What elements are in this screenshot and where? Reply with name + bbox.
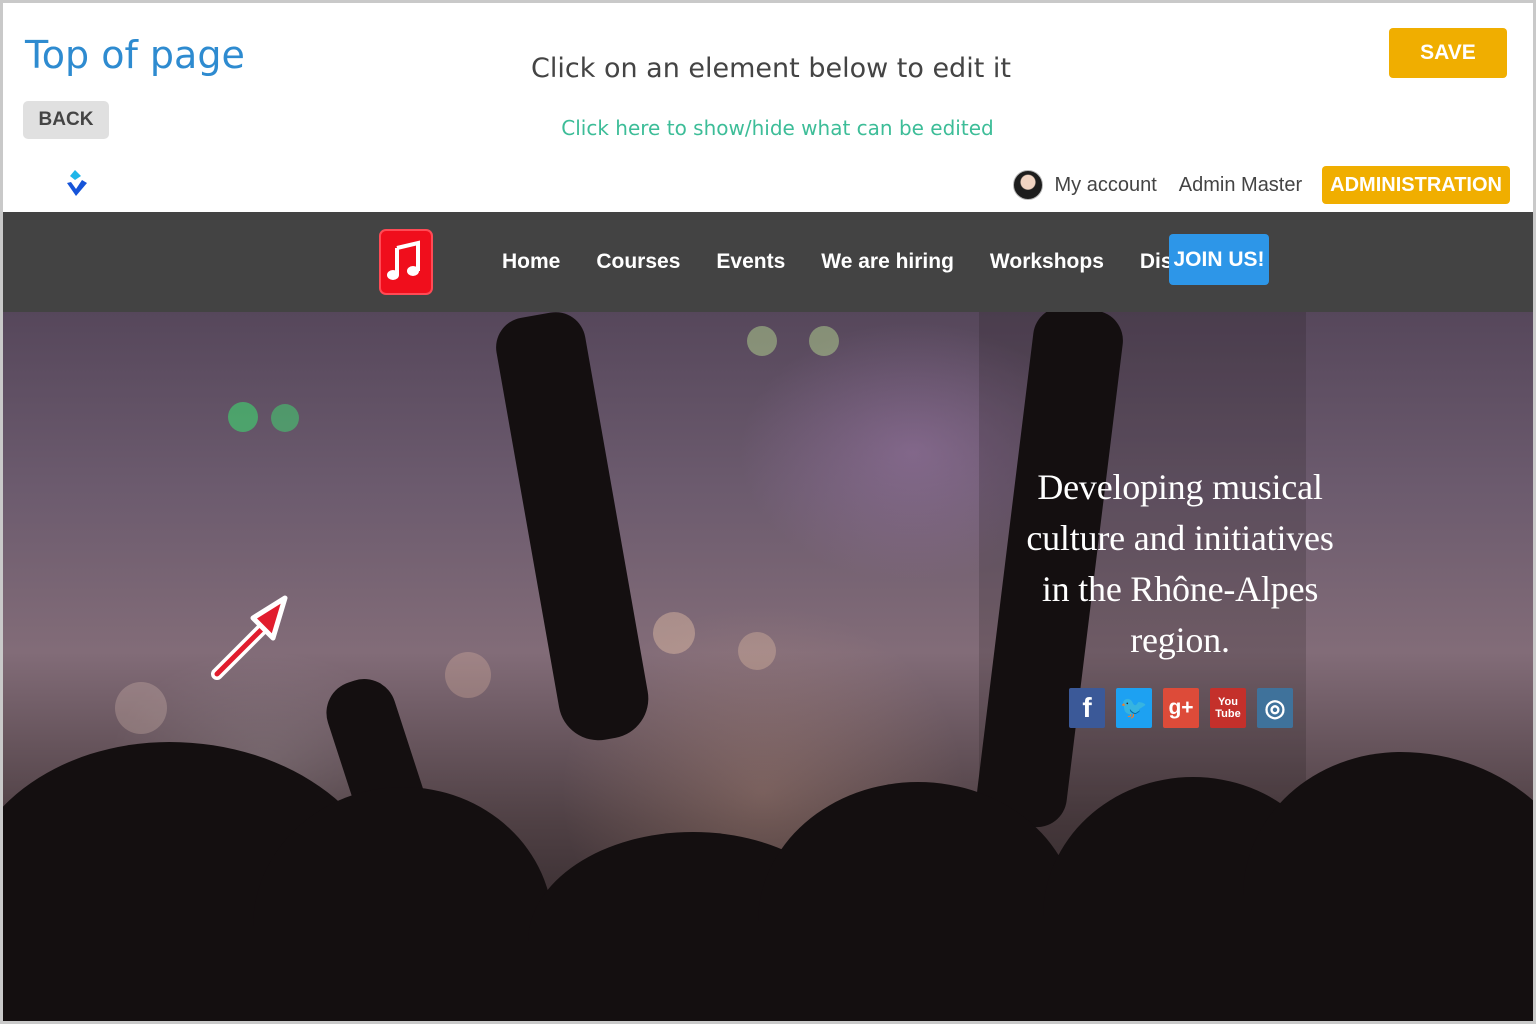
nav-item-we-are-hiring[interactable]: We are hiring [821,250,954,274]
admin-name: Admin Master [1178,173,1303,196]
nav-item-courses[interactable]: Courses [596,250,680,274]
music-note-icon [387,240,420,280]
bokeh-light [738,632,776,670]
my-account-link[interactable]: My account [1055,174,1157,197]
site-navigation: Home Courses Events We are hiring Worksh… [3,212,1533,312]
account-area: My account Admin Master ADMINISTRATION [1012,165,1510,205]
nav-menu: Home Courses Events We are hiring Worksh… [502,212,1229,312]
stage-light [809,326,839,356]
stage-light [747,326,777,356]
stage-light [271,404,299,432]
hero-tagline[interactable]: Developing musical culture and initiativ… [1015,462,1345,666]
facebook-icon[interactable]: f [1069,688,1105,728]
nav-item-home[interactable]: Home [502,250,560,274]
screenshot-frame: Top of page BACK Click on an element bel… [0,0,1536,1024]
social-links: f 🐦 g+ You Tube ◎ [1069,688,1293,728]
administration-button[interactable]: ADMINISTRATION [1322,166,1510,204]
bokeh-light [653,612,695,654]
bokeh-light [115,682,167,734]
stage-light [228,402,258,432]
music-logo-button[interactable] [379,229,433,295]
edit-instruction: Click on an element below to edit it [531,53,1011,84]
pointer-arrow-icon [211,595,288,680]
avatar[interactable] [1012,170,1043,200]
youtube-icon[interactable]: You Tube [1210,688,1246,728]
show-hide-editables-link[interactable]: Click here to show/hide what can be edit… [3,116,1533,140]
raised-arm-silhouette [491,312,655,747]
bokeh-light [445,652,491,698]
nav-item-workshops[interactable]: Workshops [990,250,1104,274]
nav-item-events[interactable]: Events [716,250,785,274]
join-us-button[interactable]: JOIN US! [1169,234,1269,285]
brand-logo-icon [67,170,87,196]
hero-banner[interactable]: Developing musical culture and initiativ… [3,312,1533,1021]
instagram-icon[interactable]: ◎ [1257,688,1293,728]
save-button[interactable]: SAVE [1389,28,1507,78]
twitter-icon[interactable]: 🐦 [1116,688,1152,728]
google-plus-icon[interactable]: g+ [1163,688,1199,728]
